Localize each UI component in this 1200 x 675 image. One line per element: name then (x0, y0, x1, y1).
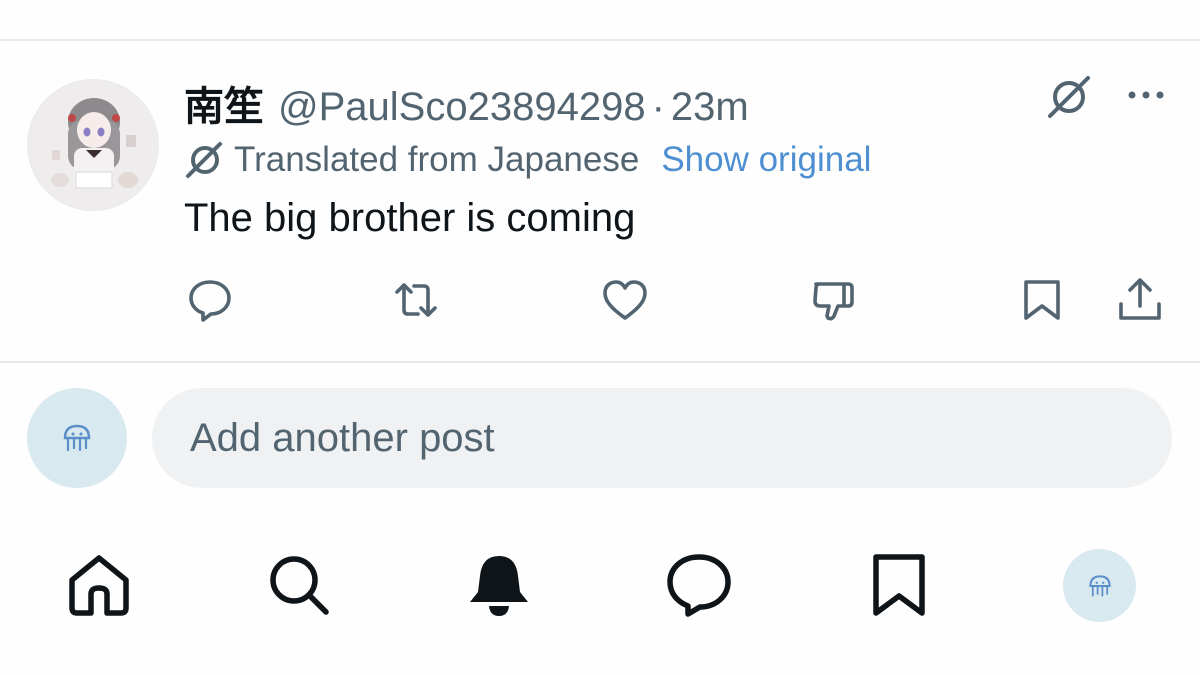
share-button[interactable] (1116, 276, 1164, 324)
like-icon (603, 280, 647, 320)
author-avatar[interactable] (27, 79, 159, 211)
bookmark-button[interactable] (1018, 276, 1066, 324)
more-options-icon[interactable] (1124, 80, 1168, 110)
jellyfish-avatar-icon (63, 424, 91, 452)
grok-translate-icon (184, 140, 224, 180)
post-header: 南笙 @PaulSco23894298 · 23m (184, 74, 749, 130)
nav-notifications[interactable] (466, 552, 532, 618)
post-time[interactable]: 23m (671, 85, 749, 130)
notifications-icon (470, 556, 528, 616)
reply-icon (189, 280, 231, 322)
translated-from-label: Translated from Japanese (234, 140, 640, 179)
nav-bookmarks[interactable] (866, 552, 932, 618)
anime-girl-avatar-image (28, 80, 158, 210)
grok-icon[interactable] (1044, 72, 1094, 122)
share-icon (1119, 278, 1161, 320)
add-post-input[interactable] (152, 388, 1172, 488)
search-icon (270, 556, 329, 615)
reply-button[interactable] (186, 276, 234, 324)
composer-avatar[interactable] (27, 388, 127, 488)
post-body-text: The big brother is coming (184, 196, 636, 240)
dislike-button[interactable] (810, 276, 858, 324)
repost-button[interactable] (392, 276, 440, 324)
nav-profile[interactable] (1063, 549, 1136, 622)
messages-icon (667, 554, 731, 617)
translation-row: Translated from Japanese Show original (184, 138, 871, 182)
nav-search[interactable] (266, 552, 332, 618)
home-icon (69, 555, 129, 616)
profile-avatar-icon (1088, 574, 1111, 596)
nav-messages[interactable] (666, 552, 732, 618)
author-handle[interactable]: @PaulSco23894298 (278, 85, 646, 130)
show-original-link[interactable]: Show original (661, 140, 871, 180)
dislike-icon (813, 282, 854, 321)
bookmarks-icon (873, 554, 925, 616)
section-divider (0, 361, 1200, 363)
nav-home[interactable] (66, 552, 132, 618)
separator-dot: · (651, 85, 665, 129)
like-button[interactable] (601, 276, 649, 324)
author-display-name[interactable]: 南笙 (184, 74, 264, 132)
bookmark-icon (1024, 280, 1060, 320)
repost-icon (395, 283, 437, 317)
top-divider (0, 39, 1200, 41)
